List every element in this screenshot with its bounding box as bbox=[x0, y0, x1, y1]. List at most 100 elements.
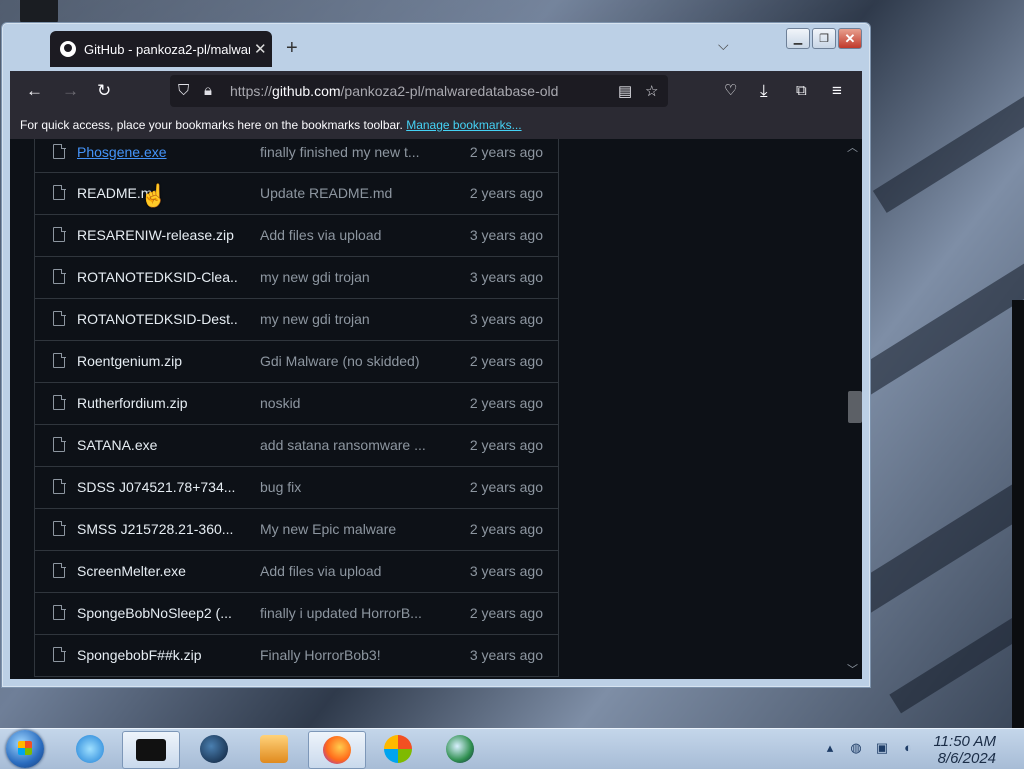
back-icon[interactable]: ← bbox=[26, 81, 43, 101]
file-name-link[interactable]: SDSS J074521.78+734... bbox=[77, 479, 237, 495]
commit-message-link[interactable]: bug fix bbox=[260, 479, 430, 495]
scroll-thumb[interactable] bbox=[848, 391, 862, 423]
downloads-icon[interactable]: ⤓ bbox=[760, 81, 768, 101]
taskbar-firefox[interactable] bbox=[308, 731, 366, 769]
file-name-link[interactable]: SpongebobF##k.zip bbox=[77, 647, 237, 663]
taskbar-network[interactable] bbox=[432, 731, 488, 767]
reader-view-icon[interactable]: ▤ bbox=[618, 82, 632, 100]
file-name-link[interactable]: Rutherfordium.zip bbox=[77, 395, 237, 411]
bookmark-star-icon[interactable]: ☆ bbox=[645, 82, 658, 100]
file-name-link[interactable]: ScreenMelter.exe bbox=[77, 563, 237, 579]
commit-message-link[interactable]: Add files via upload bbox=[260, 563, 430, 579]
commit-message-link[interactable]: finally finished my new t... bbox=[260, 144, 430, 160]
pocket-icon[interactable]: ♡ bbox=[724, 81, 737, 101]
lock-icon[interactable]: 🔒︎ bbox=[204, 82, 212, 99]
terminal-icon bbox=[136, 739, 166, 761]
file-row[interactable]: SMSS J215728.21-360... My new Epic malwar… bbox=[35, 508, 558, 550]
commit-age: 2 years ago bbox=[469, 479, 543, 495]
list-tabs-chevron-icon[interactable]: ⌵ bbox=[718, 37, 729, 54]
commit-message-link[interactable]: finally i updated HorrorB... bbox=[260, 605, 430, 621]
commit-age: 3 years ago bbox=[469, 563, 543, 579]
menu-icon[interactable]: ≡ bbox=[832, 81, 842, 101]
file-icon bbox=[53, 478, 66, 494]
file-row[interactable]: SpongeBobNoSleep2 (... finally i updated … bbox=[35, 592, 558, 634]
tab-close-icon[interactable]: ✕ bbox=[254, 40, 267, 58]
file-name-link[interactable]: SMSS J215728.21-360... bbox=[77, 521, 237, 537]
extensions-icon[interactable]: ⧉ bbox=[796, 81, 807, 101]
scroll-up-icon[interactable]: ︿ bbox=[847, 139, 858, 155]
bookmarks-toolbar: For quick access, place your bookmarks h… bbox=[10, 111, 862, 139]
file-row[interactable]: SDSS J074521.78+734... bug fix 2 years ago bbox=[35, 466, 558, 508]
close-window-button[interactable]: ✕ bbox=[838, 28, 862, 49]
file-row[interactable]: ROTANOTEDKSID-Dest... my new gdi trojan 3 … bbox=[35, 298, 558, 340]
file-name-link[interactable]: Phosgene.exe bbox=[77, 144, 237, 160]
scroll-down-icon[interactable]: ﹀ bbox=[847, 661, 858, 677]
file-row[interactable]: ROTANOTEDKSID-Clea... my new gdi trojan 3 … bbox=[35, 256, 558, 298]
shield-icon[interactable]: ⛉ bbox=[178, 82, 189, 99]
taskbar-media[interactable] bbox=[246, 731, 302, 767]
window-controls: ▁ ❐ ✕ bbox=[786, 28, 862, 49]
commit-message-link[interactable]: my new gdi trojan bbox=[260, 269, 430, 285]
file-name-link[interactable]: Roentgenium.zip bbox=[77, 353, 237, 369]
desktop-edge bbox=[1012, 300, 1024, 728]
commit-message-link[interactable]: my new gdi trojan bbox=[260, 311, 430, 327]
scrollbar[interactable]: ︿ ﹀ bbox=[846, 139, 862, 679]
wallpaper-stripe bbox=[851, 233, 1024, 397]
file-row[interactable]: SATANA.exe add satana ransomware ... 2 yea… bbox=[35, 424, 558, 466]
tray-app-icon[interactable]: ◍ bbox=[848, 740, 864, 756]
taskbar-windows[interactable] bbox=[370, 731, 426, 767]
taskbar-terminal[interactable] bbox=[122, 731, 180, 769]
desktop-shortcut-icon[interactable] bbox=[20, 0, 58, 24]
taskbar-ie[interactable] bbox=[62, 731, 118, 767]
file-name-link[interactable]: ROTANOTEDKSID-Clea... bbox=[77, 269, 237, 285]
minimize-button[interactable]: ▁ bbox=[786, 28, 810, 49]
taskbar: ▴ ◍ ▣ ◐ 11:50 AM 8/6/2024 bbox=[0, 728, 1024, 769]
clock[interactable]: 11:50 AM 8/6/2024 bbox=[933, 733, 996, 767]
file-name-link[interactable]: SATANA.exe bbox=[77, 437, 237, 453]
commit-age: 3 years ago bbox=[469, 227, 543, 243]
file-name-link[interactable]: RESARENIW-release.zip bbox=[77, 227, 237, 243]
reload-icon[interactable]: ↻ bbox=[97, 81, 111, 101]
tab-github[interactable]: GitHub - pankoza2-pl/malwaredatabase-old… bbox=[50, 31, 272, 67]
file-row[interactable]: Phosgene.exe finally finished my new t...… bbox=[35, 139, 558, 172]
title-bar[interactable]: GitHub - pankoza2-pl/malwaredatabase-old… bbox=[2, 23, 870, 71]
tray-expand-icon[interactable]: ▴ bbox=[822, 740, 838, 756]
commit-message-link[interactable]: Gdi Malware (no skidded) bbox=[260, 353, 430, 369]
windows-logo-icon bbox=[18, 741, 32, 755]
commit-age: 2 years ago bbox=[469, 185, 543, 201]
page-content: Phosgene.exe finally finished my new t...… bbox=[10, 139, 862, 679]
maximize-button[interactable]: ❐ bbox=[812, 28, 836, 49]
file-icon bbox=[53, 310, 66, 326]
url-text[interactable]: https://github.com/pankoza2-pl/malwareda… bbox=[230, 83, 558, 99]
file-row[interactable]: RESARENIW-release.zip Add files via uploa… bbox=[35, 214, 558, 256]
file-row[interactable]: ScreenMelter.exe Add files via upload 3 ye… bbox=[35, 550, 558, 592]
commit-message-link[interactable]: add satana ransomware ... bbox=[260, 437, 430, 453]
file-name-link[interactable]: SpongeBobNoSleep2 (... bbox=[77, 605, 237, 621]
commit-age: 2 years ago bbox=[469, 395, 543, 411]
new-tab-icon[interactable]: + bbox=[286, 37, 298, 60]
manage-bookmarks-link[interactable]: Manage bookmarks... bbox=[406, 118, 521, 132]
globe-icon bbox=[200, 735, 228, 763]
url-bar[interactable]: ⛉ 🔒︎ https://github.com/pankoza2-pl/malw… bbox=[170, 75, 668, 107]
system-tray: ▴ ◍ ▣ ◐ bbox=[822, 740, 916, 756]
internet-explorer-icon bbox=[76, 735, 104, 763]
forward-icon[interactable]: → bbox=[62, 81, 79, 101]
file-icon bbox=[53, 436, 66, 452]
firefox-icon bbox=[323, 736, 351, 764]
commit-message-link[interactable]: My new Epic malware bbox=[260, 521, 430, 537]
github-icon bbox=[60, 41, 76, 57]
file-name-link[interactable]: ROTANOTEDKSID-Dest... bbox=[77, 311, 237, 327]
taskbar-globe[interactable] bbox=[186, 731, 242, 767]
network-status-icon[interactable]: ▣ bbox=[874, 740, 890, 756]
commit-message-link[interactable]: Update README.md bbox=[260, 185, 430, 201]
start-button[interactable] bbox=[6, 730, 44, 768]
file-row[interactable]: SpongebobF##k.zip Finally HorrorBob3! 3 ye… bbox=[35, 634, 558, 676]
file-row[interactable]: Rutherfordium.zip noskid 2 years ago bbox=[35, 382, 558, 424]
file-row[interactable]: Roentgenium.zip Gdi Malware (no skidded) 2… bbox=[35, 340, 558, 382]
volume-icon[interactable]: ◐ bbox=[900, 740, 916, 756]
commit-message-link[interactable]: Finally HorrorBob3! bbox=[260, 647, 430, 663]
commit-age: 2 years ago bbox=[469, 437, 543, 453]
commit-message-link[interactable]: noskid bbox=[260, 395, 430, 411]
file-row[interactable]: README.md Update README.md 2 years ago bbox=[35, 172, 558, 214]
commit-message-link[interactable]: Add files via upload bbox=[260, 227, 430, 243]
